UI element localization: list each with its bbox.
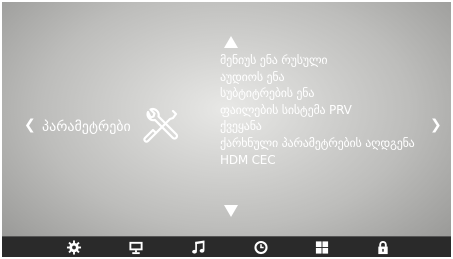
clock-icon (254, 240, 268, 255)
menu-item-hdmi-cec[interactable]: HDM CEC (220, 152, 415, 169)
monitor-icon (129, 241, 143, 255)
tab-display[interactable] (128, 240, 144, 255)
lock-icon (378, 241, 388, 255)
menu-item-audio-language[interactable]: აუდიოს ენა (220, 69, 415, 86)
grid-icon (315, 241, 329, 254)
tab-settings[interactable] (66, 240, 82, 255)
category-title: პარამეტრები (42, 119, 131, 135)
music-note-icon (192, 240, 205, 254)
menu-item-file-system[interactable]: ფაილების სისტემა PRV (220, 102, 415, 119)
menu-item-subtitle-language[interactable]: სუბტიტრების ენა (220, 85, 415, 102)
gear-icon (66, 240, 82, 255)
menu-item-factory-reset[interactable]: ქარხნული პარამეტრების აღდგენა (220, 135, 415, 152)
settings-menu-list: მენიუს ენა რუსული აუდიოს ენა სუბტიტრების… (220, 52, 415, 168)
tab-audio[interactable] (191, 240, 207, 255)
menu-item-menu-language[interactable]: მენიუს ენა რუსული (220, 52, 415, 69)
menu-item-country[interactable]: ქვეყანა (220, 118, 415, 135)
tools-icon (143, 108, 179, 143)
triangle-up-icon[interactable] (224, 36, 238, 48)
tab-apps[interactable] (314, 240, 330, 255)
bottom-tab-bar (2, 236, 451, 257)
tab-time[interactable] (253, 240, 269, 255)
previous-category-arrow[interactable]: ❮ (24, 118, 36, 132)
tab-lock[interactable] (375, 240, 391, 255)
next-category-arrow[interactable]: ❯ (430, 118, 442, 132)
tv-menu-screen: ❮ პარამეტრები მენიუს ენა რუსული აუდიოს ე… (2, 2, 451, 257)
triangle-down-icon[interactable] (224, 205, 238, 217)
